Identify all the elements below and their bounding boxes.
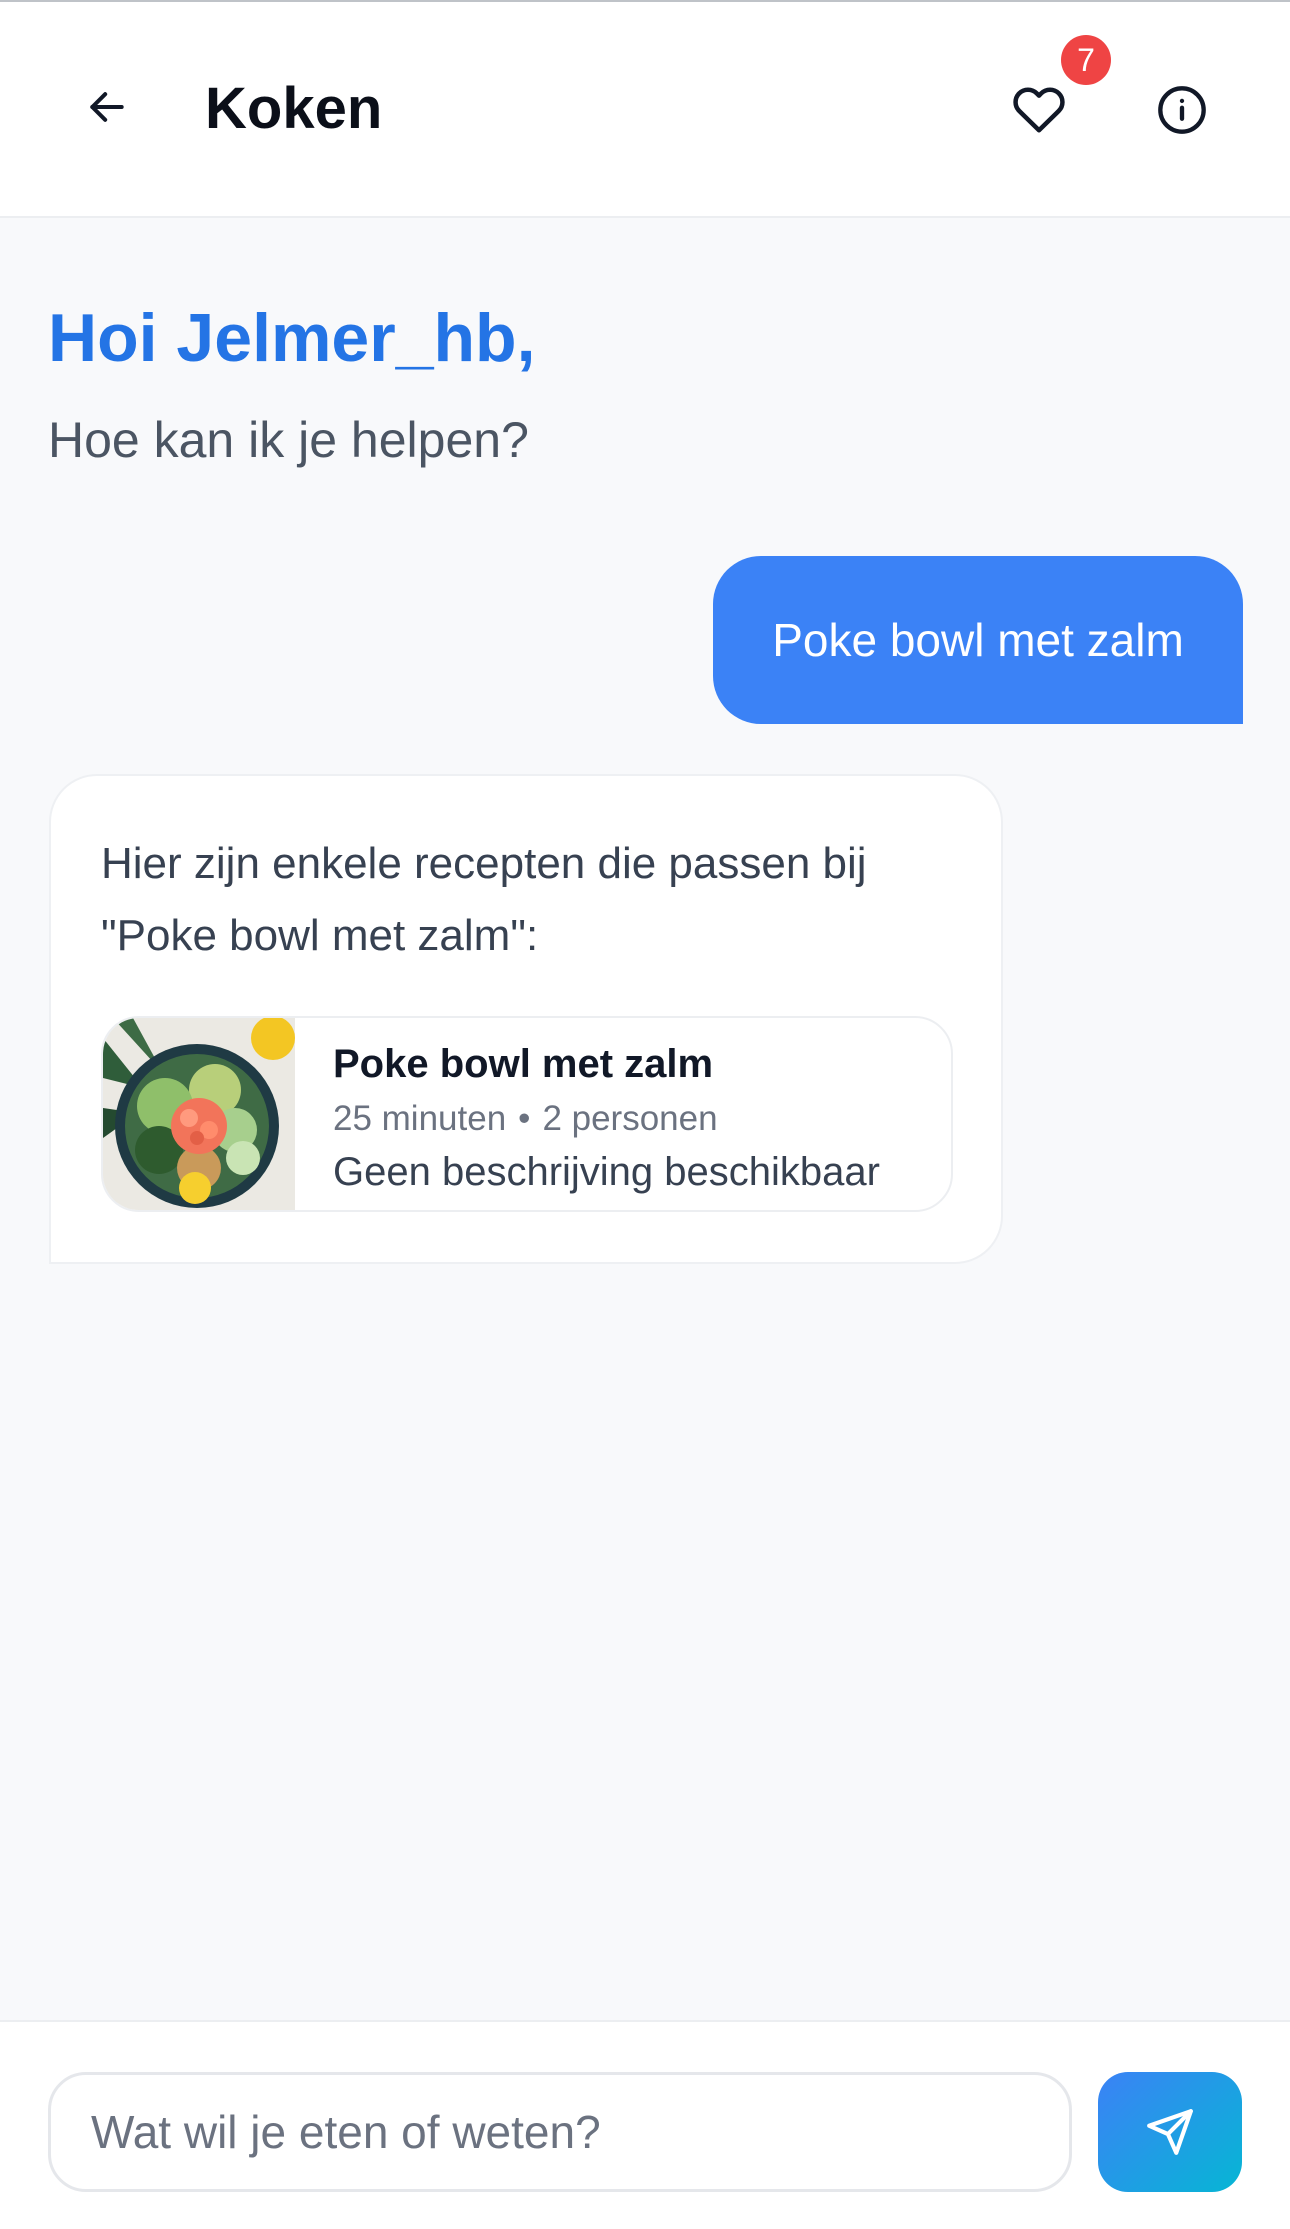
- recipe-servings: 2 personen: [542, 1099, 718, 1138]
- info-circle-icon: [1158, 86, 1206, 134]
- favorites-count-badge: 7: [1061, 35, 1111, 85]
- app: Koken 7 Hoi Jelmer_hb, Hoe kan ik je hel…: [0, 0, 1290, 2229]
- send-icon: [1147, 2109, 1193, 2155]
- greeting-title: Hoi Jelmer_hb,: [48, 300, 536, 376]
- recipe-card[interactable]: Poke bowl met zalm 25 minuten • 2 personen…: [101, 1016, 953, 1212]
- bot-message-text: Hier zijn enkele recepten die passen bij…: [101, 839, 867, 960]
- back-button[interactable]: [72, 72, 142, 142]
- bot-message: Hier zijn enkele recepten die passen bij…: [49, 774, 1003, 1264]
- meta-separator: •: [518, 1099, 531, 1138]
- recipe-title: Poke bowl met zalm: [333, 1042, 714, 1086]
- composer: [0, 2020, 1290, 2229]
- header: Koken 7: [0, 2, 1290, 218]
- message-input[interactable]: [48, 2072, 1072, 2192]
- recipe-image: [103, 1018, 295, 1210]
- info-button[interactable]: [1146, 74, 1218, 146]
- arrow-left-icon: [90, 92, 124, 122]
- recipe-meta: 25 minuten • 2 personen: [333, 1096, 718, 1142]
- greeting-subtitle: Hoe kan ik je helpen?: [48, 412, 529, 468]
- recipe-time: 25 minuten: [333, 1099, 507, 1138]
- user-message: Poke bowl met zalm: [713, 556, 1243, 724]
- heart-icon: [1013, 87, 1065, 133]
- send-button[interactable]: [1098, 2072, 1242, 2192]
- favorites-button[interactable]: [1000, 74, 1078, 146]
- page-title: Koken: [205, 76, 383, 141]
- recipe-description: Geen beschrijving beschikbaar: [333, 1150, 880, 1194]
